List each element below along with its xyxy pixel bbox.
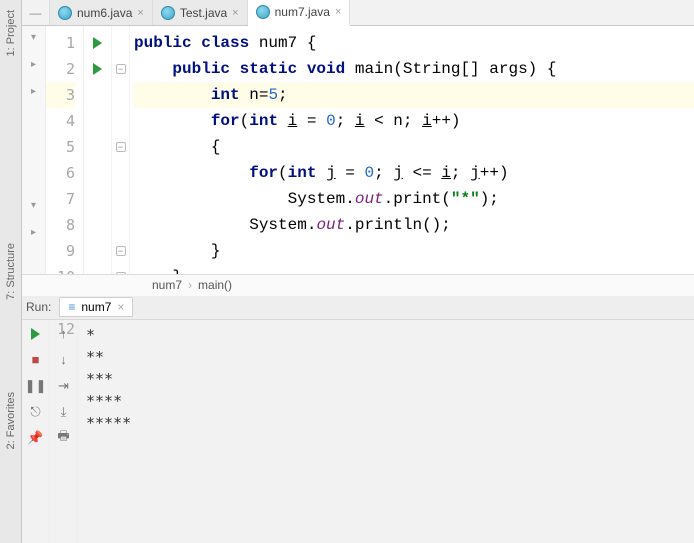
fold-gutter: −−−−− bbox=[112, 26, 130, 274]
editor-tab-bar: — num6.java × Test.java × num7.java × bbox=[22, 0, 694, 26]
java-file-icon bbox=[161, 6, 175, 20]
code-line[interactable]: public class num7 { bbox=[134, 30, 694, 56]
code-line[interactable]: System.out.print("*"); bbox=[134, 186, 694, 212]
code-line[interactable]: } bbox=[134, 264, 694, 274]
console-output[interactable]: * ** *** **** ***** bbox=[78, 320, 694, 543]
tab-chevron-left[interactable]: — bbox=[22, 0, 50, 25]
run-gutter bbox=[84, 26, 112, 274]
chevron-right-icon[interactable]: ▸ bbox=[31, 59, 36, 70]
code-line[interactable]: System.out.println(); bbox=[134, 212, 694, 238]
main-area: — num6.java × Test.java × num7.java × ▾ … bbox=[22, 0, 694, 543]
editor-side-gutter: ▾ ▸ ▸ ▾ ▸ bbox=[22, 26, 46, 274]
java-file-icon bbox=[58, 6, 72, 20]
line-number-gutter[interactable]: 123456789101112 bbox=[46, 26, 84, 274]
run-label: Run: bbox=[26, 300, 51, 314]
down-icon[interactable]: ↓ bbox=[56, 352, 72, 368]
line-number[interactable]: 9 bbox=[46, 238, 75, 264]
fold-toggle[interactable]: − bbox=[116, 64, 126, 74]
fold-toggle[interactable]: − bbox=[116, 142, 126, 152]
print-icon[interactable]: 🖶 bbox=[56, 430, 72, 446]
rerun-icon[interactable] bbox=[28, 326, 44, 342]
line-number[interactable]: 2 bbox=[46, 56, 75, 82]
run-header: Run: ≡ num7 × bbox=[22, 296, 694, 320]
editor-tab-num6[interactable]: num6.java × bbox=[50, 0, 153, 25]
chevron-down-icon[interactable]: ▾ bbox=[31, 32, 36, 43]
line-number[interactable]: 6 bbox=[46, 160, 75, 186]
run-config-tab[interactable]: ≡ num7 × bbox=[59, 297, 133, 317]
scroll-end-icon[interactable]: ⤓ bbox=[56, 404, 72, 420]
code-line[interactable]: public static void main(String[] args) { bbox=[134, 56, 694, 82]
code-line[interactable]: for(int i = 0; i < n; i++) bbox=[134, 108, 694, 134]
editor-tab-test[interactable]: Test.java × bbox=[153, 0, 248, 25]
line-number[interactable]: 5 bbox=[46, 134, 75, 160]
close-icon[interactable]: × bbox=[137, 7, 143, 19]
line-number[interactable]: 3 bbox=[46, 82, 75, 108]
code-line[interactable]: int n=5; bbox=[134, 82, 694, 108]
project-tool-button[interactable]: 1: Project bbox=[5, 4, 17, 62]
left-tool-strip: 1: Project 7: Structure 2: Favorites bbox=[0, 0, 22, 543]
breadcrumbs[interactable]: num7 › main() bbox=[22, 274, 694, 296]
chevron-right-icon[interactable]: ▸ bbox=[31, 86, 36, 97]
code-line[interactable]: { bbox=[134, 134, 694, 160]
soft-wrap-icon[interactable]: ⇥ bbox=[56, 378, 72, 394]
run-line-icon[interactable] bbox=[93, 37, 102, 49]
line-number[interactable]: 1 bbox=[46, 30, 75, 56]
breadcrumb-method[interactable]: main() bbox=[198, 278, 232, 292]
run-toolbar: ■ ❚❚ ⎋ 📌 ↑ ↓ ⇥ ⤓ 🖶 bbox=[22, 320, 78, 543]
structure-tool-button[interactable]: 7: Structure bbox=[5, 237, 17, 306]
up-icon[interactable]: ↑ bbox=[56, 326, 72, 342]
exit-icon[interactable]: ⎋ bbox=[28, 404, 44, 420]
favorites-tool-button[interactable]: 2: Favorites bbox=[5, 386, 17, 455]
close-icon[interactable]: × bbox=[232, 7, 238, 19]
fold-toggle[interactable]: − bbox=[116, 246, 126, 256]
line-number[interactable]: 4 bbox=[46, 108, 75, 134]
chevron-down-icon[interactable]: ▾ bbox=[31, 200, 36, 211]
breadcrumb-class[interactable]: num7 bbox=[152, 278, 182, 292]
stop-icon[interactable]: ■ bbox=[28, 352, 44, 368]
line-number[interactable]: 8 bbox=[46, 212, 75, 238]
java-file-icon bbox=[256, 5, 270, 19]
editor: ▾ ▸ ▸ ▾ ▸ 123456789101112 −−−−− public c… bbox=[22, 26, 694, 274]
close-icon[interactable]: × bbox=[117, 300, 124, 314]
run-config-icon: ≡ bbox=[68, 300, 75, 314]
code-line[interactable]: for(int j = 0; j <= i; j++) bbox=[134, 160, 694, 186]
editor-tab-num7[interactable]: num7.java × bbox=[248, 0, 351, 26]
close-icon[interactable]: × bbox=[335, 6, 341, 18]
chevron-right-icon[interactable]: ▸ bbox=[31, 227, 36, 238]
code-area[interactable]: public class num7 { public static void m… bbox=[130, 26, 694, 274]
line-number[interactable]: 7 bbox=[46, 186, 75, 212]
pin-icon[interactable]: 📌 bbox=[28, 430, 44, 446]
code-line[interactable]: } bbox=[134, 238, 694, 264]
chevron-right-icon: › bbox=[188, 278, 192, 292]
pause-icon[interactable]: ❚❚ bbox=[28, 378, 44, 394]
run-line-icon[interactable] bbox=[93, 63, 102, 75]
run-tool-window: Run: ≡ num7 × ■ ❚❚ ⎋ 📌 ↑ ↓ ⇥ bbox=[22, 296, 694, 543]
